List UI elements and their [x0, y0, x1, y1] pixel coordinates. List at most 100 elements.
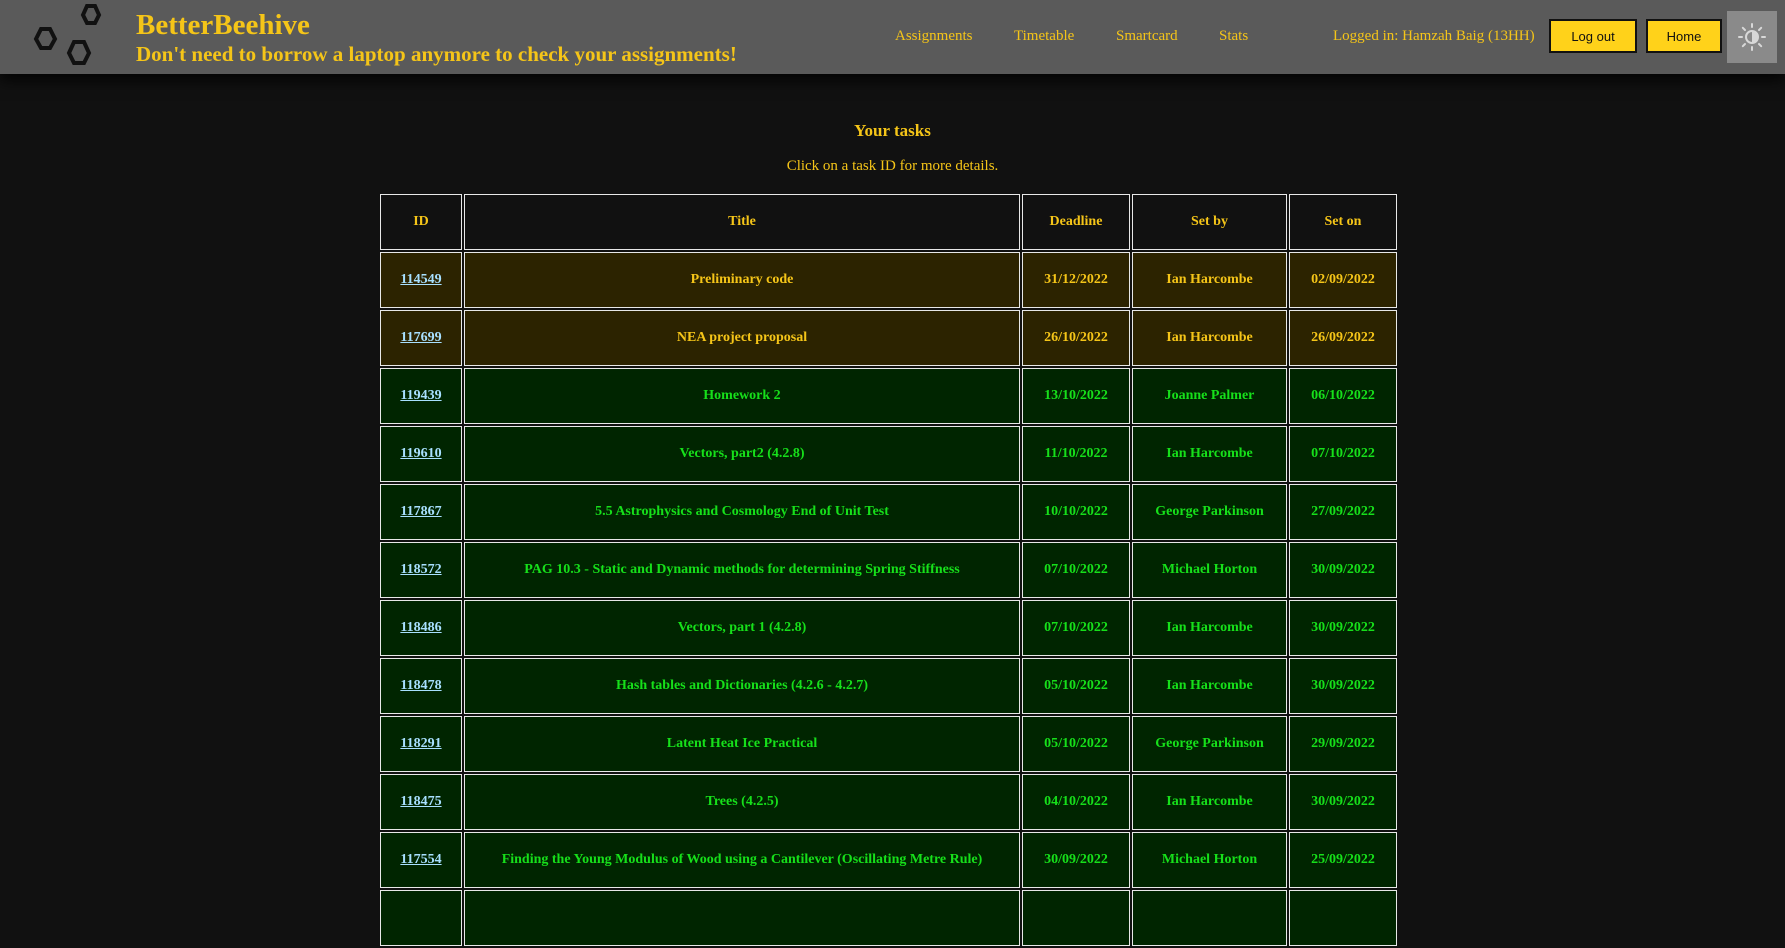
column-header-set-by: Set by — [1132, 194, 1287, 250]
table-row: 119610 Vectors, part2 (4.2.8) 11/10/2022… — [380, 426, 1397, 482]
task-title-cell: 5.5 Astrophysics and Cosmology End of Un… — [464, 484, 1020, 540]
task-set-by-cell: Ian Harcombe — [1132, 774, 1287, 830]
table-row: 118291 Latent Heat Ice Practical 05/10/2… — [380, 716, 1397, 772]
task-id-cell: 119439 — [380, 368, 462, 424]
task-title-cell: Trees (4.2.5) — [464, 774, 1020, 830]
task-deadline-cell: 11/10/2022 — [1022, 426, 1130, 482]
task-id-cell: 118291 — [380, 716, 462, 772]
task-title-cell: NEA project proposal — [464, 310, 1020, 366]
table-row — [380, 890, 1397, 946]
task-set-on-cell: 07/10/2022 — [1289, 426, 1397, 482]
task-id-cell: 114549 — [380, 252, 462, 308]
task-set-by-cell: Joanne Palmer — [1132, 368, 1287, 424]
task-id-link[interactable]: 118291 — [400, 736, 441, 751]
brand: BetterBeehive Don't need to borrow a lap… — [136, 8, 737, 66]
task-id-link[interactable]: 117554 — [400, 852, 441, 867]
table-row: 118486 Vectors, part 1 (4.2.8) 07/10/202… — [380, 600, 1397, 656]
table-row: 117554 Finding the Young Modulus of Wood… — [380, 832, 1397, 888]
task-title-cell: PAG 10.3 - Static and Dynamic methods fo… — [464, 542, 1020, 598]
task-set-on-cell — [1289, 890, 1397, 946]
task-set-on-cell: 27/09/2022 — [1289, 484, 1397, 540]
task-set-on-cell: 30/09/2022 — [1289, 658, 1397, 714]
task-id-cell: 119610 — [380, 426, 462, 482]
table-row: 117867 5.5 Astrophysics and Cosmology En… — [380, 484, 1397, 540]
column-header-title: Title — [464, 194, 1020, 250]
site-title: BetterBeehive — [136, 9, 310, 41]
task-deadline-cell: 07/10/2022 — [1022, 600, 1130, 656]
sun-moon-theme-icon — [1738, 23, 1766, 51]
task-set-by-cell: George Parkinson — [1132, 484, 1287, 540]
table-row: 117699 NEA project proposal 26/10/2022 I… — [380, 310, 1397, 366]
task-id-link[interactable]: 117699 — [400, 330, 441, 345]
task-deadline-cell: 05/10/2022 — [1022, 716, 1130, 772]
task-id-link[interactable]: 118478 — [400, 678, 441, 693]
task-deadline-cell: 07/10/2022 — [1022, 542, 1130, 598]
task-id-link[interactable]: 118475 — [400, 794, 441, 809]
task-set-by-cell: Ian Harcombe — [1132, 658, 1287, 714]
task-deadline-cell: 13/10/2022 — [1022, 368, 1130, 424]
task-id-cell — [380, 890, 462, 946]
task-set-by-cell: Ian Harcombe — [1132, 252, 1287, 308]
task-title-cell: Latent Heat Ice Practical — [464, 716, 1020, 772]
task-title-cell: Vectors, part2 (4.2.8) — [464, 426, 1020, 482]
task-set-on-cell: 29/09/2022 — [1289, 716, 1397, 772]
nav-timetable[interactable]: Timetable — [1014, 28, 1074, 45]
logged-in-status: Logged in: Hamzah Baig (13HH) — [1333, 28, 1535, 44]
nav-smartcard[interactable]: Smartcard — [1116, 28, 1178, 45]
task-set-by-cell: Ian Harcombe — [1132, 426, 1287, 482]
task-id-cell: 118486 — [380, 600, 462, 656]
task-set-on-cell: 30/09/2022 — [1289, 542, 1397, 598]
task-title-cell: Finding the Young Modulus of Wood using … — [464, 832, 1020, 888]
table-header-row: ID Title Deadline Set by Set on — [380, 194, 1397, 250]
task-title-cell — [464, 890, 1020, 946]
task-deadline-cell — [1022, 890, 1130, 946]
task-deadline-cell: 10/10/2022 — [1022, 484, 1130, 540]
task-id-link[interactable]: 117867 — [400, 504, 441, 519]
task-title-cell: Preliminary code — [464, 252, 1020, 308]
task-id-link[interactable]: 118486 — [400, 620, 441, 635]
column-header-id: ID — [380, 194, 462, 250]
task-id-cell: 117554 — [380, 832, 462, 888]
nav-stats[interactable]: Stats — [1219, 28, 1248, 45]
page-instruction: Click on a task ID for more details. — [786, 158, 999, 174]
task-set-on-cell: 06/10/2022 — [1289, 368, 1397, 424]
logout-button[interactable]: Log out — [1549, 19, 1637, 53]
task-deadline-cell: 04/10/2022 — [1022, 774, 1130, 830]
task-id-cell: 118572 — [380, 542, 462, 598]
task-id-cell: 118475 — [380, 774, 462, 830]
tasks-table: ID Title Deadline Set by Set on 114549 P… — [378, 192, 1399, 948]
task-deadline-cell: 05/10/2022 — [1022, 658, 1130, 714]
table-row: 118478 Hash tables and Dictionaries (4.2… — [380, 658, 1397, 714]
task-set-on-cell: 30/09/2022 — [1289, 774, 1397, 830]
column-header-deadline: Deadline — [1022, 194, 1130, 250]
task-set-by-cell: Ian Harcombe — [1132, 600, 1287, 656]
table-row: 118572 PAG 10.3 - Static and Dynamic met… — [380, 542, 1397, 598]
task-title-cell: Homework 2 — [464, 368, 1020, 424]
task-set-by-cell: Michael Horton — [1132, 542, 1287, 598]
task-id-link[interactable]: 114549 — [400, 272, 441, 287]
task-deadline-cell: 26/10/2022 — [1022, 310, 1130, 366]
task-id-link[interactable]: 119439 — [400, 388, 441, 403]
table-row: 119439 Homework 2 13/10/2022 Joanne Palm… — [380, 368, 1397, 424]
theme-toggle-button[interactable] — [1727, 11, 1777, 63]
home-button[interactable]: Home — [1646, 19, 1722, 53]
task-id-link[interactable]: 119610 — [400, 446, 441, 461]
task-id-cell: 117699 — [380, 310, 462, 366]
task-set-by-cell: Michael Horton — [1132, 832, 1287, 888]
task-set-by-cell: Ian Harcombe — [1132, 310, 1287, 366]
table-row: 114549 Preliminary code 31/12/2022 Ian H… — [380, 252, 1397, 308]
nav-assignments[interactable]: Assignments — [895, 28, 973, 45]
task-set-on-cell: 25/09/2022 — [1289, 832, 1397, 888]
site-tagline: Don't need to borrow a laptop anymore to… — [136, 42, 737, 66]
task-set-on-cell: 26/09/2022 — [1289, 310, 1397, 366]
task-title-cell: Vectors, part 1 (4.2.8) — [464, 600, 1020, 656]
task-deadline-cell: 30/09/2022 — [1022, 832, 1130, 888]
task-set-by-cell — [1132, 890, 1287, 946]
task-id-cell: 118478 — [380, 658, 462, 714]
task-id-link[interactable]: 118572 — [400, 562, 441, 577]
task-set-on-cell: 30/09/2022 — [1289, 600, 1397, 656]
hexagon-cluster-logo-icon — [33, 4, 102, 65]
task-title-cell: Hash tables and Dictionaries (4.2.6 - 4.… — [464, 658, 1020, 714]
task-deadline-cell: 31/12/2022 — [1022, 252, 1130, 308]
task-set-by-cell: George Parkinson — [1132, 716, 1287, 772]
